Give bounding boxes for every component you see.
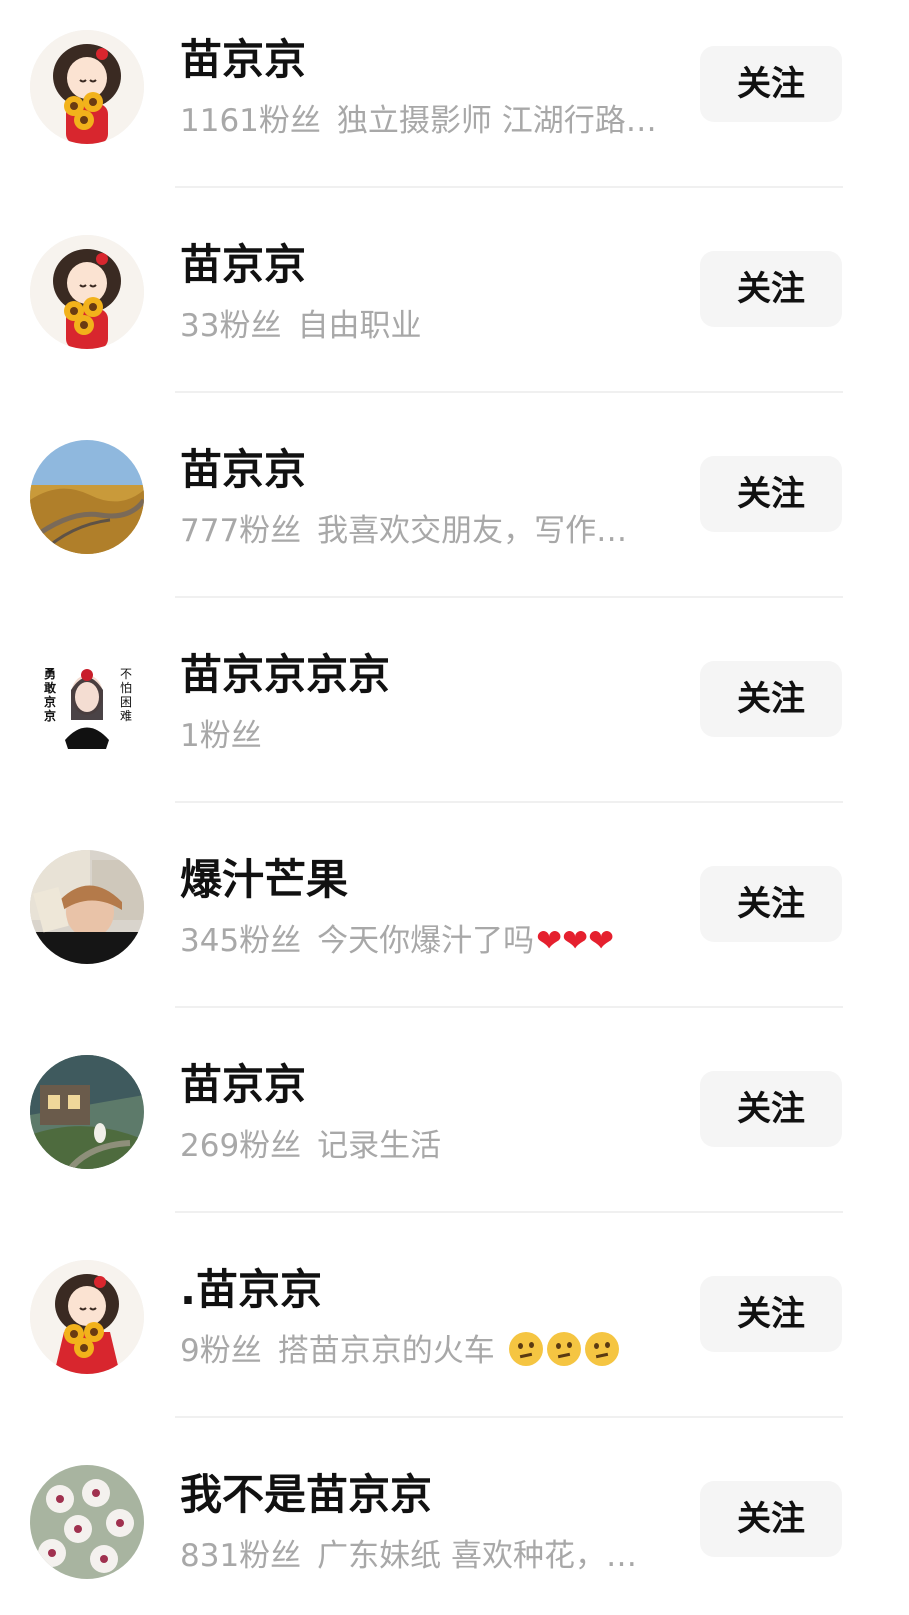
photo-girl-money-icon bbox=[30, 850, 144, 964]
follow-button[interactable]: 关注 bbox=[700, 251, 842, 327]
divider bbox=[175, 801, 843, 803]
thinking-face-icon bbox=[546, 1332, 581, 1366]
avatar[interactable] bbox=[30, 1055, 144, 1169]
garden-house-painting-icon bbox=[30, 1055, 144, 1169]
follow-button[interactable]: 关注 bbox=[700, 866, 842, 942]
cartoon-girl-sunflowers-icon bbox=[30, 30, 144, 144]
user-meta: 9粉丝 搭苗京京的火车 bbox=[180, 1331, 680, 1371]
user-bio: 搭苗京京的火车 bbox=[277, 1333, 495, 1369]
fans-count: 269粉丝 bbox=[180, 1128, 302, 1164]
fans-count: 1粉丝 bbox=[180, 718, 262, 754]
avatar[interactable] bbox=[30, 440, 144, 554]
user-bio: 自由职业 bbox=[297, 308, 422, 344]
avatar[interactable] bbox=[30, 1260, 144, 1374]
avatar[interactable]: 勇敢京京 不怕困难 bbox=[30, 645, 144, 759]
user-name[interactable]: 我不是苗京京 bbox=[180, 1467, 432, 1523]
fans-count: 9粉丝 bbox=[180, 1333, 262, 1369]
user-list-item[interactable]: 勇敢京京 不怕困难 苗京京京京 1粉丝 关注 bbox=[0, 615, 909, 820]
user-list-item[interactable]: 苗京京 269粉丝 记录生活 关注 bbox=[0, 1025, 909, 1230]
user-list-item[interactable]: 苗京京 777粉丝 我喜欢交朋友，写作… 关注 bbox=[0, 410, 909, 615]
user-meta: 269粉丝 记录生活 bbox=[180, 1126, 680, 1166]
cartoon-girl-sunflowers-icon bbox=[30, 235, 144, 349]
white-flowers-icon bbox=[30, 1465, 144, 1579]
follow-button[interactable]: 关注 bbox=[700, 1071, 842, 1147]
follow-button[interactable]: 关注 bbox=[700, 46, 842, 122]
user-list-item[interactable]: 我不是苗京京 831粉丝 广东妹纸 喜欢种花，… 关注 bbox=[0, 1435, 909, 1615]
user-bio: 记录生活 bbox=[317, 1128, 442, 1164]
divider bbox=[175, 391, 843, 393]
avatar[interactable] bbox=[30, 235, 144, 349]
user-search-results-list: 苗京京 1161粉丝 独立摄影师 江湖行路… 关注 苗京京 33粉丝 自由职业 … bbox=[0, 0, 909, 1615]
thinking-face-icon bbox=[584, 1332, 619, 1366]
user-name[interactable]: 爆汁芒果 bbox=[180, 852, 348, 908]
user-name[interactable]: 苗京京京京 bbox=[180, 647, 390, 703]
user-bio: 广东妹纸 喜欢种花，… bbox=[317, 1538, 638, 1574]
cartoon-girl-sunflowers-icon bbox=[30, 1260, 144, 1374]
follow-button[interactable]: 关注 bbox=[700, 456, 842, 532]
follow-button[interactable]: 关注 bbox=[700, 1481, 842, 1557]
avatar[interactable] bbox=[30, 850, 144, 964]
heart-icon: ❤❤❤ bbox=[536, 923, 615, 959]
user-meta: 345粉丝 今天你爆汁了吗❤❤❤ bbox=[180, 921, 680, 961]
thinking-face-icon bbox=[508, 1332, 543, 1366]
user-list-item[interactable]: 爆汁芒果 345粉丝 今天你爆汁了吗❤❤❤ 关注 bbox=[0, 820, 909, 1025]
follow-button[interactable]: 关注 bbox=[700, 1276, 842, 1352]
user-bio: 我喜欢交朋友，写作… bbox=[317, 513, 628, 549]
divider bbox=[175, 186, 843, 188]
user-meta: 1161粉丝 独立摄影师 江湖行路… bbox=[180, 101, 680, 141]
avatar[interactable] bbox=[30, 1465, 144, 1579]
user-name[interactable]: 苗京京 bbox=[180, 442, 306, 498]
fans-count: 345粉丝 bbox=[180, 923, 302, 959]
divider bbox=[175, 1211, 843, 1213]
user-name[interactable]: .苗京京 bbox=[180, 1262, 322, 1318]
user-name[interactable]: 苗京京 bbox=[180, 237, 306, 293]
user-meta: 831粉丝 广东妹纸 喜欢种花，… bbox=[180, 1536, 680, 1576]
user-list-item[interactable]: .苗京京 9粉丝 搭苗京京的火车 关注 bbox=[0, 1230, 909, 1435]
user-meta: 33粉丝 自由职业 bbox=[180, 306, 680, 346]
user-name[interactable]: 苗京京 bbox=[180, 32, 306, 88]
user-bio: 今天你爆汁了吗 bbox=[317, 923, 535, 959]
user-list-item[interactable]: 苗京京 1161粉丝 独立摄影师 江湖行路… 关注 bbox=[0, 0, 909, 205]
avatar[interactable] bbox=[30, 30, 144, 144]
follow-button[interactable]: 关注 bbox=[700, 661, 842, 737]
divider bbox=[175, 1006, 843, 1008]
user-list-item[interactable]: 苗京京 33粉丝 自由职业 关注 bbox=[0, 205, 909, 410]
divider bbox=[175, 1416, 843, 1418]
user-bio: 独立摄影师 江湖行路… bbox=[336, 103, 657, 139]
fans-count: 831粉丝 bbox=[180, 1538, 302, 1574]
user-meta: 777粉丝 我喜欢交朋友，写作… bbox=[180, 511, 680, 551]
fans-count: 33粉丝 bbox=[180, 308, 282, 344]
fans-count: 1161粉丝 bbox=[180, 103, 321, 139]
user-name[interactable]: 苗京京 bbox=[180, 1057, 306, 1113]
avatar-caption-left: 勇敢京京 bbox=[44, 667, 57, 723]
great-wall-landscape-icon bbox=[30, 440, 144, 554]
user-meta: 1粉丝 bbox=[180, 716, 680, 756]
fans-count: 777粉丝 bbox=[180, 513, 302, 549]
avatar-caption-right: 不怕困难 bbox=[120, 667, 133, 723]
divider bbox=[175, 596, 843, 598]
